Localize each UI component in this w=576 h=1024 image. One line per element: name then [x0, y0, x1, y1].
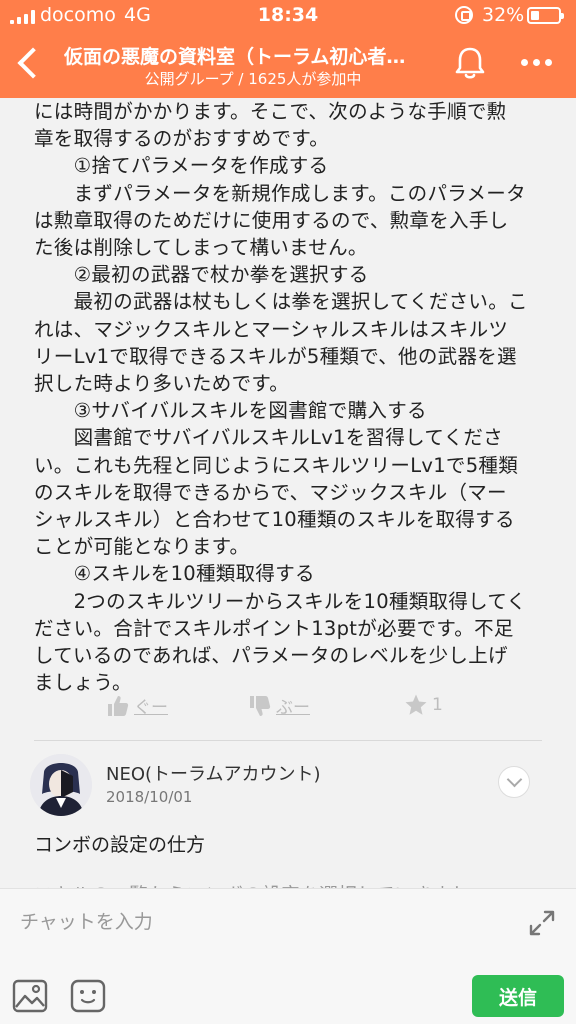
post-line: シャルスキル）と合わせて10種類のスキルを取得する [34, 508, 515, 532]
notification-bell-icon[interactable] [452, 44, 488, 82]
post-body: には時間がかかります。そこで、次のような手順で勲 章を取得するのがおすすめです。 … [0, 98, 576, 696]
comment-header: NEO(トーラムアカウント) 2018/10/01 [0, 748, 576, 818]
post-line: れは、マジックスキルとマーシャルスキルはスキルツ [34, 317, 509, 341]
star-count: 1 [432, 695, 443, 715]
bad-label: ぶー [276, 698, 310, 718]
orientation-lock-icon [455, 6, 473, 24]
group-subtitle: 公開グループ / 1625人が参加中 [144, 70, 362, 88]
post-line: 図書館でサバイバルスキルLv1を習得してくださ [34, 426, 503, 450]
thumbs-down-icon [250, 695, 271, 716]
send-button[interactable]: 送信 [472, 975, 564, 1017]
post-line: は勲章取得のためだけに使用するので、勲章を入手し [34, 208, 509, 232]
bad-button[interactable]: ぶー [248, 693, 310, 718]
post-line: 択した時より多いためです。 [34, 372, 290, 396]
post-line: 章を取得するのがおすすめです。 [34, 127, 330, 151]
comment-username[interactable]: NEO(トーラムアカウント) [106, 760, 321, 786]
avatar[interactable] [30, 754, 92, 816]
comment-date: 2018/10/01 [106, 788, 193, 806]
good-button[interactable]: ぐー [106, 693, 168, 718]
post-line: のスキルを取得できるからで、マジックスキル（マー [34, 480, 507, 504]
divider [34, 740, 542, 741]
post-line: ①捨てパラメータを作成する [34, 154, 329, 178]
chat-input[interactable] [20, 905, 500, 939]
post-line: た後は削除してしまって構いません。 [34, 236, 368, 260]
post-line: ②最初の武器で杖か拳を選択する [34, 263, 369, 287]
battery-percent: 32% [482, 4, 525, 26]
post-line: には時間がかかります。そこで、次のような手順で勲 [34, 100, 507, 123]
image-icon[interactable] [12, 979, 48, 1013]
header-bar: docomo 4G 18:34 32% 仮面の悪魔の資料室（トーラム初心者… 公… [0, 0, 576, 98]
star-button[interactable]: 1 [404, 693, 443, 717]
more-menu-button[interactable] [514, 44, 558, 80]
reaction-bar: ぐー ぶー 1 [0, 693, 576, 727]
group-title: 仮面の悪魔の資料室（トーラム初心者… [64, 46, 406, 68]
sticker-icon[interactable] [70, 979, 106, 1013]
post-line: ことが可能となります。 [34, 535, 250, 559]
chat-input-bar: 送信 [0, 888, 576, 1024]
battery-fill [531, 11, 540, 20]
post-line: まずパラメータを新規作成します。このパラメータ [34, 181, 526, 205]
post-line: ③サバイバルスキルを図書館で購入する [34, 399, 427, 423]
post-line: リーLv1で取得できるスキルが5種類で、他の武器を選 [34, 344, 517, 368]
post-line: 最初の武器は杖もしくは拳を選択してください。こ [34, 290, 528, 314]
expand-icon[interactable] [526, 907, 558, 939]
post-line: しているのであれば、パラメータのレベルを少し上げ [34, 644, 508, 668]
comment-text: コンボの設定の仕方 [34, 834, 206, 856]
post-line: い。これも先程と同じようにスキルツリーLv1で5種類 [34, 453, 519, 477]
post-line: ④スキルを10種類取得する [34, 562, 315, 586]
good-label: ぐー [134, 698, 168, 718]
battery-icon [527, 7, 564, 24]
thumbs-up-icon [108, 695, 129, 716]
post-line: ださい。合計でスキルポイント13ptが必要です。不足 [34, 616, 514, 640]
status-bar: docomo 4G 18:34 32% [0, 0, 576, 32]
post-line: 2つのスキルツリーからスキルを10種類取得してく [34, 589, 527, 613]
chevron-down-icon[interactable] [498, 766, 530, 798]
star-icon [405, 694, 427, 715]
